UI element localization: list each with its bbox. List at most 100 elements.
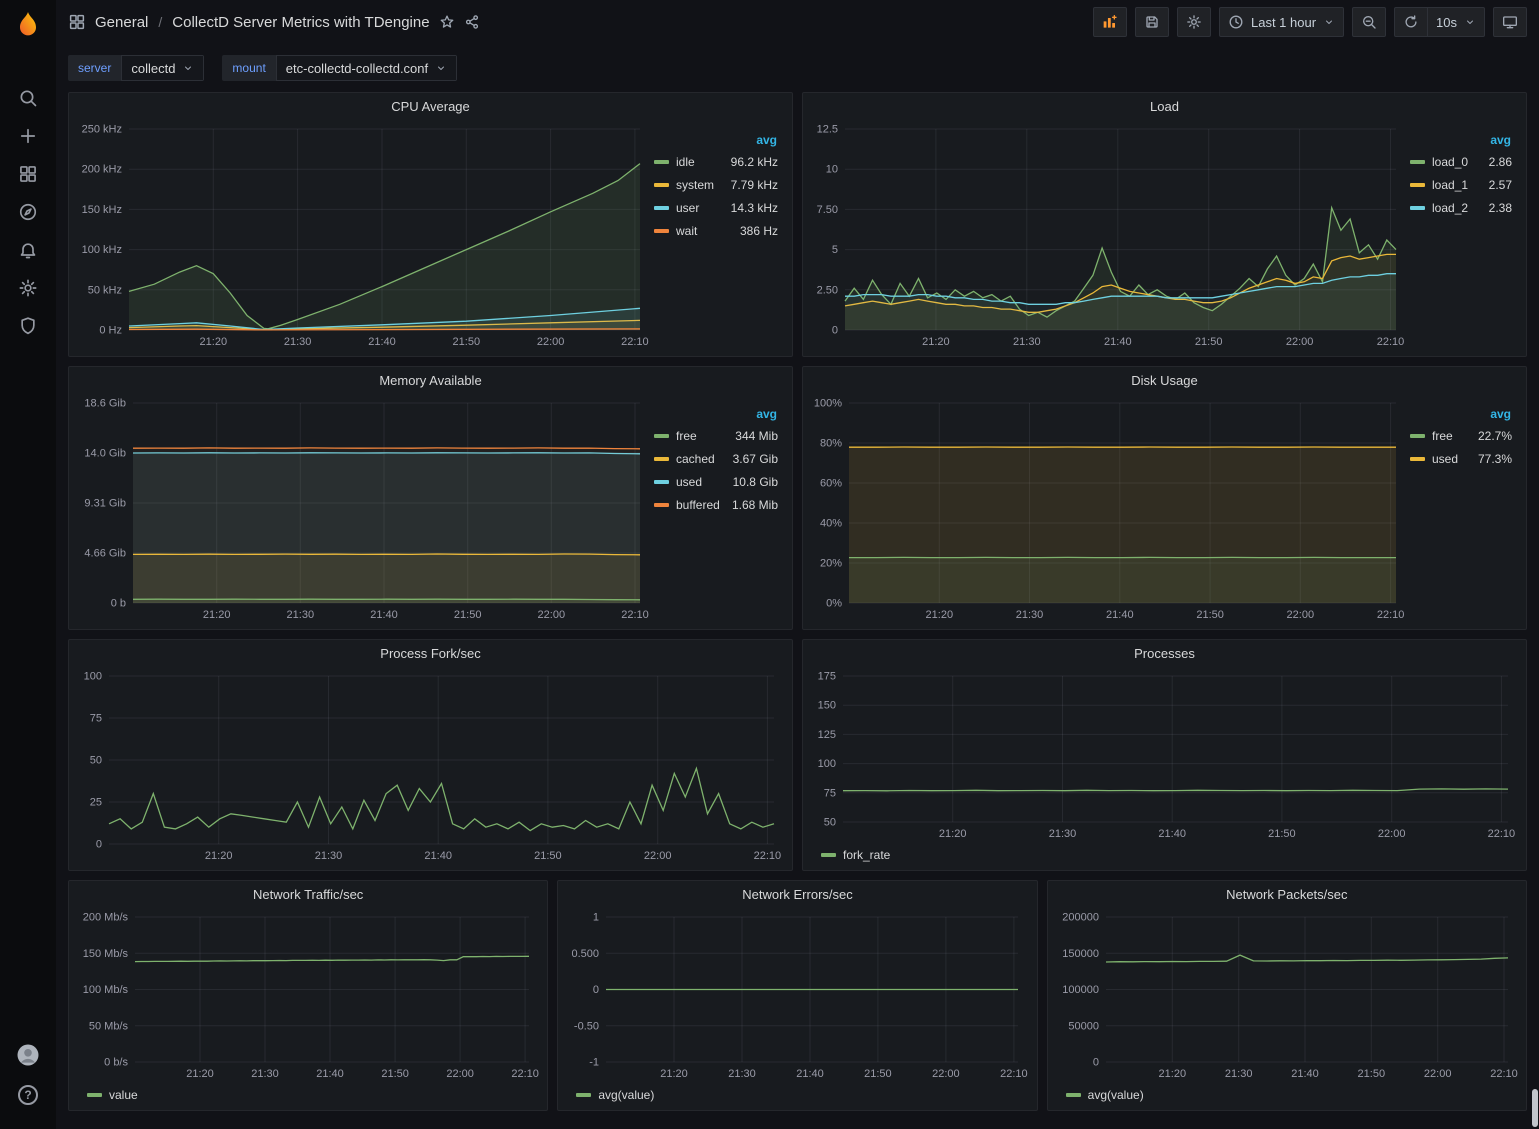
refresh-button[interactable] [1394, 7, 1428, 37]
breadcrumb-separator: / [157, 14, 163, 30]
search-icon[interactable] [18, 88, 38, 108]
load-chart[interactable]: 02.5057.501012.521:2021:3021:4021:5022:0… [811, 119, 1406, 352]
legend-item[interactable]: wait386 Hz [654, 219, 778, 242]
legend-item[interactable]: value [87, 1088, 138, 1102]
dashboard-grid-icon[interactable] [68, 13, 86, 31]
svg-text:22:10: 22:10 [1377, 336, 1405, 348]
panel-title[interactable]: Processes [803, 640, 1526, 666]
share-icon[interactable] [464, 14, 480, 30]
processes-chart[interactable]: 507510012515017521:2021:3021:4021:5022:0… [811, 666, 1518, 844]
add-panel-button[interactable] [1093, 7, 1127, 37]
series-color-dash [1410, 183, 1425, 187]
svg-text:9.31 Gib: 9.31 Gib [84, 498, 126, 510]
svg-text:21:20: 21:20 [186, 1068, 214, 1080]
legend-item[interactable]: free22.7% [1410, 424, 1512, 447]
panel-title[interactable]: Network Packets/sec [1048, 881, 1526, 907]
panel-processes: Processes 507510012515017521:2021:3021:4… [802, 639, 1527, 871]
svg-text:100000: 100000 [1062, 984, 1099, 996]
sidebar: ? [0, 0, 56, 1129]
save-dashboard-button[interactable] [1135, 7, 1169, 37]
legend-item[interactable]: system7.79 kHz [654, 173, 778, 196]
svg-text:7.50: 7.50 [817, 204, 838, 216]
refresh-interval-picker[interactable]: 10s [1428, 7, 1485, 37]
process-fork-chart[interactable]: 025507510021:2021:3021:4021:5022:0022:10 [77, 666, 784, 866]
svg-text:21:30: 21:30 [729, 1068, 757, 1080]
cpu-average-chart[interactable]: 0 Hz50 kHz100 kHz150 kHz200 kHz250 kHz21… [77, 119, 650, 352]
legend-item[interactable]: cached 3.67 Gib [654, 447, 778, 470]
legend-avg-header[interactable]: avg [1410, 133, 1512, 147]
variable-mount-dropdown[interactable]: etc-collectd-collectd.conf [276, 55, 457, 81]
user-avatar[interactable] [16, 1043, 40, 1067]
svg-text:22:00: 22:00 [446, 1068, 474, 1080]
panel-title[interactable]: Process Fork/sec [69, 640, 792, 666]
explore-compass-icon[interactable] [18, 202, 38, 222]
dashboard-settings-button[interactable] [1177, 7, 1211, 37]
series-color-dash [1410, 160, 1425, 164]
legend-avg-header[interactable]: avg [654, 407, 778, 421]
variable-server-dropdown[interactable]: collectd [121, 55, 204, 81]
legend-avg-header[interactable]: avg [1410, 407, 1512, 421]
panel-title[interactable]: Memory Available [69, 367, 792, 393]
scrollbar-thumb[interactable] [1532, 1089, 1538, 1127]
network-errors-chart[interactable]: -1-0.5000.500121:2021:3021:4021:5022:002… [566, 907, 1028, 1084]
svg-text:21:30: 21:30 [251, 1068, 279, 1080]
tv-mode-button[interactable] [1493, 7, 1527, 37]
legend-item[interactable]: load_22.38 [1410, 196, 1512, 219]
legend-item[interactable]: avg(value) [1066, 1088, 1144, 1102]
series-label: used [676, 475, 702, 489]
svg-text:22:00: 22:00 [1286, 336, 1314, 348]
legend-avg-header[interactable]: avg [654, 133, 778, 147]
zoom-out-button[interactable] [1352, 7, 1386, 37]
legend-item[interactable]: used77.3% [1410, 447, 1512, 470]
svg-text:12.5: 12.5 [817, 124, 838, 136]
page-title[interactable]: CollectD Server Metrics with TDengine [172, 14, 429, 31]
create-plus-icon[interactable] [18, 126, 38, 146]
breadcrumb-section[interactable]: General [95, 14, 148, 31]
dashboards-icon[interactable] [18, 164, 38, 184]
time-range-picker[interactable]: Last 1 hour [1219, 7, 1344, 37]
alerting-bell-icon[interactable] [18, 240, 38, 260]
panel-title[interactable]: Network Traffic/sec [69, 881, 547, 907]
admin-shield-icon[interactable] [18, 316, 38, 336]
series-avg-value: 2.57 [1489, 178, 1512, 192]
svg-text:21:20: 21:20 [205, 850, 233, 862]
legend-item[interactable]: load_12.57 [1410, 173, 1512, 196]
panel-title[interactable]: CPU Average [69, 93, 792, 119]
svg-text:100: 100 [84, 671, 102, 683]
svg-text:150 kHz: 150 kHz [82, 204, 122, 216]
gear-icon [1186, 14, 1202, 30]
panel-title[interactable]: Load [803, 93, 1526, 119]
legend-item[interactable]: avg(value) [576, 1088, 654, 1102]
legend-item[interactable]: used10.8 Gib [654, 470, 778, 493]
legend-item[interactable]: buffered1.68 Mib [654, 493, 778, 516]
legend-item[interactable]: user14.3 kHz [654, 196, 778, 219]
disk-usage-chart[interactable]: 0%20%40%60%80%100%21:2021:3021:4021:5022… [811, 393, 1406, 625]
series-label: cached [676, 452, 715, 466]
star-icon[interactable] [439, 14, 455, 30]
svg-text:0: 0 [1093, 1057, 1099, 1069]
panel-title[interactable]: Network Errors/sec [558, 881, 1036, 907]
memory-available-chart[interactable]: 0 b4.66 Gib9.31 Gib14.0 Gib18.6 Gib21:20… [77, 393, 650, 625]
series-label: load_2 [1432, 201, 1468, 215]
svg-text:21:40: 21:40 [1291, 1068, 1319, 1080]
legend-item[interactable]: fork_rate [821, 848, 890, 862]
help-icon[interactable]: ? [16, 1083, 40, 1107]
series-avg-value: 3.67 Gib [733, 452, 778, 466]
svg-text:22:10: 22:10 [754, 850, 782, 862]
svg-text:0: 0 [832, 325, 838, 337]
legend-item[interactable]: idle96.2 kHz [654, 150, 778, 173]
svg-text:100 kHz: 100 kHz [82, 244, 122, 256]
series-label: buffered [676, 498, 720, 512]
panel-title[interactable]: Disk Usage [803, 367, 1526, 393]
svg-text:22:10: 22:10 [621, 609, 649, 621]
svg-text:2.50: 2.50 [817, 284, 838, 296]
top-navbar: General / CollectD Server Metrics with T… [56, 0, 1539, 44]
legend-item[interactable]: load_02.86 [1410, 150, 1512, 173]
network-traffic-chart[interactable]: 0 b/s50 Mb/s100 Mb/s150 Mb/s200 Mb/s21:2… [77, 907, 539, 1084]
grafana-logo-icon[interactable] [12, 10, 44, 42]
legend-item[interactable]: free344 Mib [654, 424, 778, 447]
configuration-gear-icon[interactable] [18, 278, 38, 298]
load-legend: avg load_02.86load_12.57load_22.38 [1406, 119, 1518, 352]
network-packets-chart[interactable]: 05000010000015000020000021:2021:3021:402… [1056, 907, 1518, 1084]
svg-text:22:10: 22:10 [621, 336, 649, 348]
